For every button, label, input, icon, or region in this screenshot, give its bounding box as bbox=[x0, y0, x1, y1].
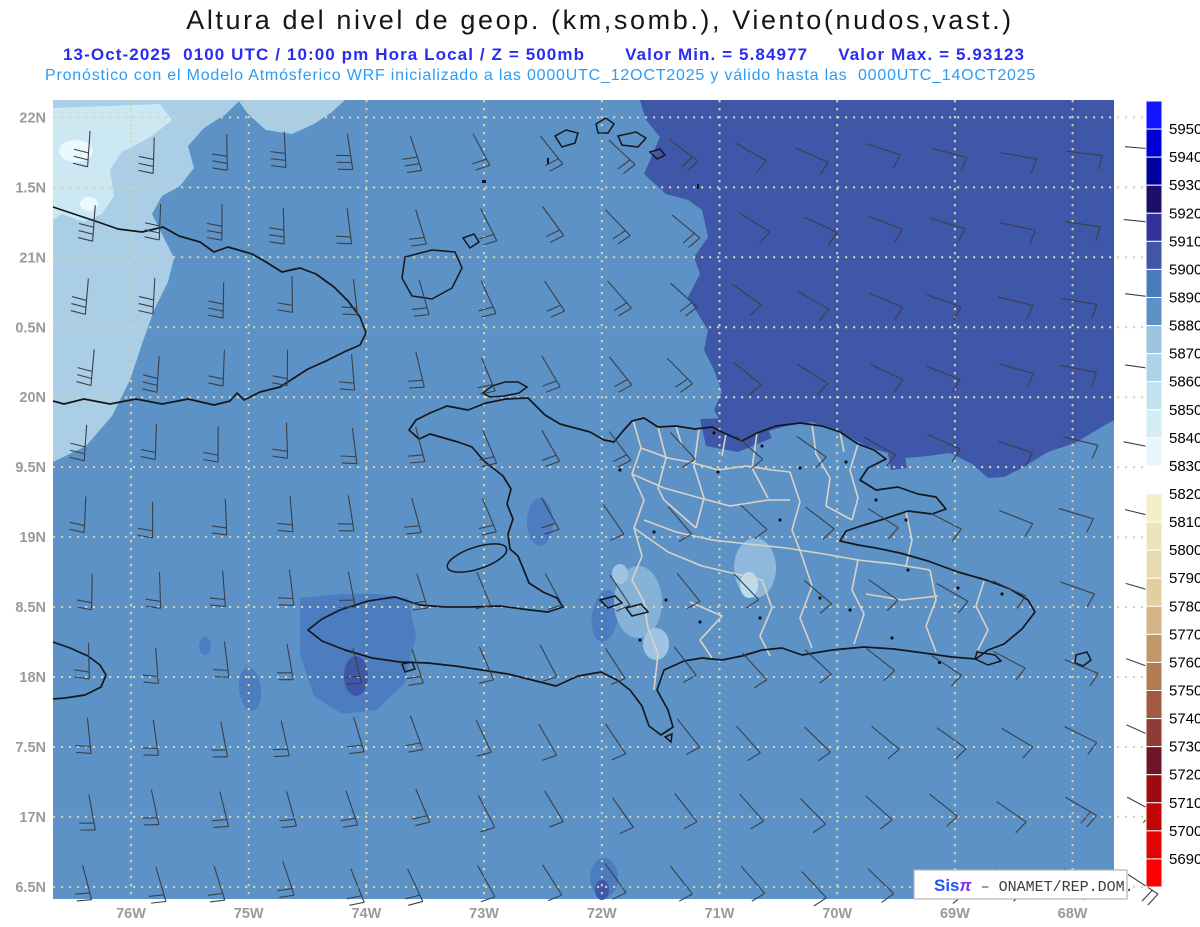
subtitle-line: 13-Oct-2025 0100 UTC / 10:00 pm Hora Loc… bbox=[63, 45, 1025, 65]
svg-text:5800: 5800 bbox=[1169, 542, 1200, 559]
svg-text:9.5N: 9.5N bbox=[15, 460, 46, 476]
svg-text:5940: 5940 bbox=[1169, 149, 1200, 166]
svg-text:69W: 69W bbox=[940, 906, 970, 922]
svg-text:5760: 5760 bbox=[1169, 654, 1200, 671]
value-min-label: Valor Min. = 5.84977 bbox=[625, 45, 809, 64]
forecast-line: Pronóstico con el Modelo Atmósferico WRF… bbox=[45, 67, 1037, 84]
svg-text:5700: 5700 bbox=[1169, 823, 1200, 840]
svg-text:1.5N: 1.5N bbox=[15, 180, 46, 196]
svg-text:71W: 71W bbox=[705, 906, 735, 922]
svg-text:8.5N: 8.5N bbox=[15, 600, 46, 616]
svg-text:5930: 5930 bbox=[1169, 177, 1200, 194]
watermark: Sisπ – ONAMET/REP.DOM. bbox=[913, 869, 1134, 900]
svg-text:22N: 22N bbox=[19, 110, 46, 126]
svg-text:74W: 74W bbox=[351, 906, 381, 922]
svg-text:0.5N: 0.5N bbox=[15, 320, 46, 336]
svg-text:17N: 17N bbox=[19, 810, 46, 826]
svg-text:5720: 5720 bbox=[1169, 767, 1200, 784]
svg-text:5860: 5860 bbox=[1169, 374, 1200, 391]
svg-text:72W: 72W bbox=[587, 906, 617, 922]
svg-text:5810: 5810 bbox=[1169, 514, 1200, 531]
svg-text:70W: 70W bbox=[822, 906, 852, 922]
svg-text:6.5N: 6.5N bbox=[15, 880, 46, 896]
svg-text:5890: 5890 bbox=[1169, 290, 1200, 307]
svg-text:5770: 5770 bbox=[1169, 626, 1200, 643]
svg-text:5900: 5900 bbox=[1169, 261, 1200, 278]
svg-text:5820: 5820 bbox=[1169, 486, 1200, 503]
svg-text:5880: 5880 bbox=[1169, 318, 1200, 335]
svg-text:5850: 5850 bbox=[1169, 402, 1200, 419]
svg-text:7.5N: 7.5N bbox=[15, 740, 46, 756]
svg-text:68W: 68W bbox=[1058, 906, 1088, 922]
weather-map-page: Altura del nivel de geop. (km,somb.), Vi… bbox=[0, 0, 1200, 927]
svg-text:5730: 5730 bbox=[1169, 739, 1200, 756]
svg-text:21N: 21N bbox=[19, 250, 46, 266]
page-title: Altura del nivel de geop. (km,somb.), Vi… bbox=[186, 5, 1014, 35]
value-max-label: Valor Max. = 5.93123 bbox=[838, 45, 1026, 64]
svg-text:5710: 5710 bbox=[1169, 795, 1200, 812]
svg-text:5950: 5950 bbox=[1169, 121, 1200, 138]
svg-text:75W: 75W bbox=[234, 906, 264, 922]
svg-text:73W: 73W bbox=[469, 906, 499, 922]
svg-text:5870: 5870 bbox=[1169, 346, 1200, 363]
lat-axis-labels: 22N 1.5N 21N 0.5N 20N 9.5N 19N 8.5N 18N 7.5N 17N 6.… bbox=[15, 110, 46, 895]
svg-text:5790: 5790 bbox=[1169, 570, 1200, 587]
lon-axis-labels: 76W 75W 74W 73W 72W 71W 70W 69W 68W bbox=[116, 906, 1088, 922]
watermark-text: Sisπ – ONAMET/REP.DOM. bbox=[934, 876, 1134, 896]
map-canvas: 22N 1.5N 21N 0.5N 20N 9.5N 19N 8.5N 18N 7.5N 17N 6.… bbox=[15, 100, 1200, 922]
svg-text:18N: 18N bbox=[19, 670, 46, 686]
svg-text:5740: 5740 bbox=[1169, 711, 1200, 728]
svg-text:5920: 5920 bbox=[1169, 205, 1200, 222]
colorbar: 5950 5940 5930 5920 5910 5900 5890 5880 5870 5860… bbox=[1145, 100, 1200, 888]
svg-text:20N: 20N bbox=[19, 390, 46, 406]
svg-text:5910: 5910 bbox=[1169, 233, 1200, 250]
valid-datetime: 13-Oct-2025 0100 UTC / 10:00 pm Hora Loc… bbox=[63, 45, 586, 64]
svg-text:5830: 5830 bbox=[1169, 458, 1200, 475]
svg-text:5780: 5780 bbox=[1169, 598, 1200, 615]
svg-text:76W: 76W bbox=[116, 906, 146, 922]
svg-text:19N: 19N bbox=[19, 530, 46, 546]
svg-text:5750: 5750 bbox=[1169, 683, 1200, 700]
svg-text:5690: 5690 bbox=[1169, 851, 1200, 868]
svg-text:5840: 5840 bbox=[1169, 430, 1200, 447]
